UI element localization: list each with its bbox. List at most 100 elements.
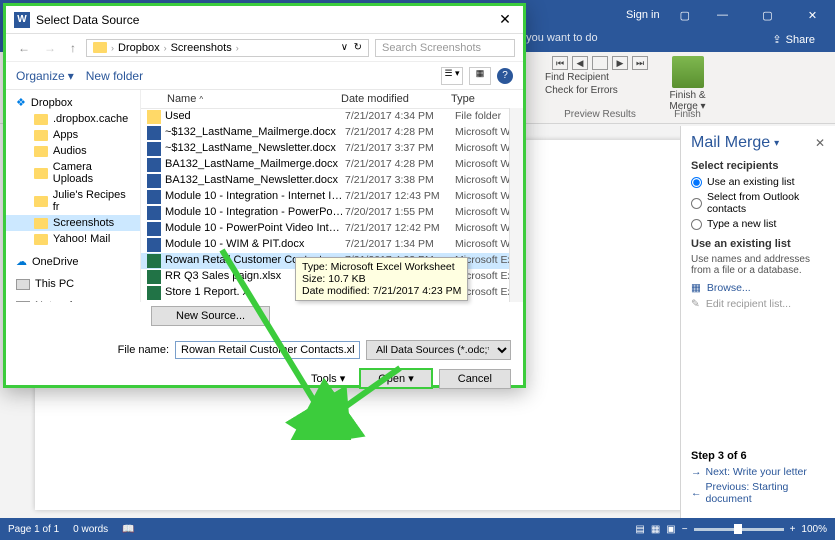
merge-step-footer: Step 3 of 6 →Next: Write your letter ←Pr… (691, 450, 825, 508)
tree-network[interactable]: Network (6, 298, 140, 302)
ribbon-finish-group: Finish & Merge ▾ Finish (660, 54, 715, 122)
prev-step-link[interactable]: ←Previous: Starting document (691, 481, 825, 505)
breadcrumb[interactable]: › Dropbox › Screenshots › ∨ ↻ (86, 39, 369, 57)
tree-dropbox[interactable]: ❖Dropbox (6, 94, 140, 111)
edit-icon: ✎ (691, 298, 700, 310)
step-label: Step 3 of 6 (691, 450, 825, 462)
dialog-titlebar: W Select Data Source ✕ (6, 6, 523, 34)
file-list-header: Name ^ Date modified Type (141, 90, 523, 109)
edit-recipients-link[interactable]: ✎Edit recipient list... (691, 298, 825, 310)
nav-up-icon[interactable]: ↑ (66, 41, 80, 55)
col-type[interactable]: Type (451, 93, 523, 105)
word-icon: W (14, 12, 30, 28)
radio-outlook[interactable]: Select from Outlook contacts (691, 191, 825, 215)
breadcrumb-folder-icon (93, 42, 107, 53)
share-icon: ⇪ (772, 33, 781, 46)
dialog-title: Select Data Source (36, 13, 139, 27)
filename-label: File name: (118, 344, 169, 356)
radio-new-list[interactable]: Type a new list (691, 218, 825, 230)
file-row[interactable]: Used7/21/2017 4:34 PMFile folder (141, 109, 523, 125)
search-input[interactable]: Search Screenshots (375, 39, 515, 57)
organize-button[interactable]: Organize ▾ (16, 69, 74, 83)
zoom-level[interactable]: 100% (801, 524, 827, 535)
tree-thispc[interactable]: This PC (6, 276, 140, 292)
file-row[interactable]: Module 10 - PowerPoint Video Integratio.… (141, 221, 523, 237)
view-details-icon[interactable]: ☰ ▾ (441, 67, 463, 85)
col-name[interactable]: Name ^ (141, 93, 341, 105)
tools-dropdown[interactable]: Tools ▾ (311, 372, 345, 385)
dialog-close-icon[interactable]: ✕ (495, 11, 515, 28)
ribbon-display-icon[interactable]: ▢ (670, 0, 700, 30)
tree-item[interactable]: Audios (6, 143, 140, 159)
tree-item[interactable]: Yahoo! Mail (6, 231, 140, 247)
new-folder-button[interactable]: New folder (86, 69, 143, 83)
maximize-button[interactable]: ▢ (745, 0, 790, 30)
share-button[interactable]: ⇪Share (762, 30, 825, 49)
file-row[interactable]: Module 10 - WIM & PIT.docx7/21/2017 1:34… (141, 237, 523, 253)
first-record-icon[interactable]: ⏮ (552, 56, 568, 70)
zoom-out-button[interactable]: − (682, 524, 688, 535)
word-count[interactable]: 0 words (73, 524, 108, 535)
sign-in-link[interactable]: Sign in (616, 0, 670, 30)
minimize-button[interactable]: — (700, 0, 745, 30)
prev-record-icon[interactable]: ◀ (572, 56, 588, 70)
tree-onedrive[interactable]: ☁OneDrive (6, 253, 140, 270)
open-button[interactable]: Open ▾ (359, 368, 433, 389)
file-row[interactable]: ~$132_LastName_Newsletter.docx7/21/2017 … (141, 141, 523, 157)
tree-item[interactable]: Julie's Recipes fr (6, 187, 140, 215)
record-box[interactable] (592, 56, 608, 70)
view-preview-icon[interactable]: ▦ (469, 67, 491, 85)
last-record-icon[interactable]: ⏭ (632, 56, 648, 70)
finish-merge-icon[interactable] (672, 56, 704, 88)
file-row[interactable]: BA132_LastName_Newsletter.docx7/21/2017 … (141, 173, 523, 189)
file-row[interactable]: Module 10 - Integration - PowerPoint.doc… (141, 205, 523, 221)
tree-item[interactable]: Apps (6, 127, 140, 143)
zoom-in-button[interactable]: + (790, 524, 796, 535)
file-type-filter[interactable]: All Data Sources (*.odc;*.mdb;* (366, 340, 511, 360)
close-button[interactable]: ✕ (790, 0, 835, 30)
merge-pane-title: Mail Merge▾ ✕ (691, 134, 825, 152)
use-existing-desc: Use names and addresses from a file or a… (691, 254, 825, 276)
tell-me-label[interactable]: t you want to do (520, 32, 598, 44)
page-indicator[interactable]: Page 1 of 1 (8, 524, 59, 535)
select-data-source-dialog: W Select Data Source ✕ ← → ↑ › Dropbox ›… (3, 3, 526, 388)
zoom-slider[interactable] (694, 528, 784, 531)
folder-tree: ❖Dropbox .dropbox.cacheAppsAudiosCamera … (6, 90, 141, 302)
view-read-icon[interactable]: ▤ (635, 524, 644, 535)
preview-group-label: Preview Results (545, 109, 655, 120)
next-step-link[interactable]: →Next: Write your letter (691, 466, 825, 478)
proofing-icon[interactable]: 📖 (122, 524, 134, 535)
titlebar-controls: Sign in ▢ — ▢ ✕ (616, 0, 835, 30)
dialog-footer: File name: All Data Sources (*.odc;*.mdb… (6, 330, 523, 399)
file-row[interactable]: Module 10 - Integration - Internet Integ… (141, 189, 523, 205)
tree-item[interactable]: .dropbox.cache (6, 111, 140, 127)
cancel-button[interactable]: Cancel (439, 369, 511, 389)
next-record-icon[interactable]: ▶ (612, 56, 628, 70)
col-date[interactable]: Date modified (341, 93, 451, 105)
file-row[interactable]: ~$132_LastName_Mailmerge.docx7/21/2017 4… (141, 125, 523, 141)
view-print-icon[interactable]: ▦ (651, 524, 660, 535)
nav-forward-icon[interactable]: → (40, 41, 60, 55)
dialog-navbar: ← → ↑ › Dropbox › Screenshots › ∨ ↻ Sear… (6, 34, 523, 62)
help-icon[interactable]: ? (497, 68, 513, 84)
file-row[interactable]: BA132_LastName_Mailmerge.docx7/21/2017 4… (141, 157, 523, 173)
select-recipients-label: Select recipients (691, 160, 825, 172)
finish-group-label: Finish (660, 109, 715, 120)
tree-item[interactable]: Screenshots (6, 215, 140, 231)
scrollbar[interactable] (509, 108, 523, 302)
browse-icon: ▦ (691, 282, 701, 294)
merge-pane-close-icon[interactable]: ✕ (815, 136, 825, 150)
nav-back-icon[interactable]: ← (14, 41, 34, 55)
use-existing-label: Use an existing list (691, 238, 825, 250)
mail-merge-pane: Mail Merge▾ ✕ Select recipients Use an e… (680, 126, 835, 518)
view-web-icon[interactable]: ▣ (666, 524, 675, 535)
tree-item[interactable]: Camera Uploads (6, 159, 140, 187)
check-errors-button[interactable]: Check for Errors (545, 85, 655, 96)
new-source-button[interactable]: New Source... (151, 306, 270, 326)
ribbon-preview-group: ⏮ ◀ ▶ ⏭ Find Recipient Check for Errors … (545, 54, 655, 122)
dialog-toolbar: Organize ▾ New folder ☰ ▾ ▦ ? (6, 62, 523, 90)
filename-input[interactable] (175, 341, 360, 359)
radio-existing-list[interactable]: Use an existing list (691, 176, 825, 188)
find-recipient-button[interactable]: Find Recipient (545, 72, 655, 83)
browse-link[interactable]: ▦Browse... (691, 282, 825, 294)
